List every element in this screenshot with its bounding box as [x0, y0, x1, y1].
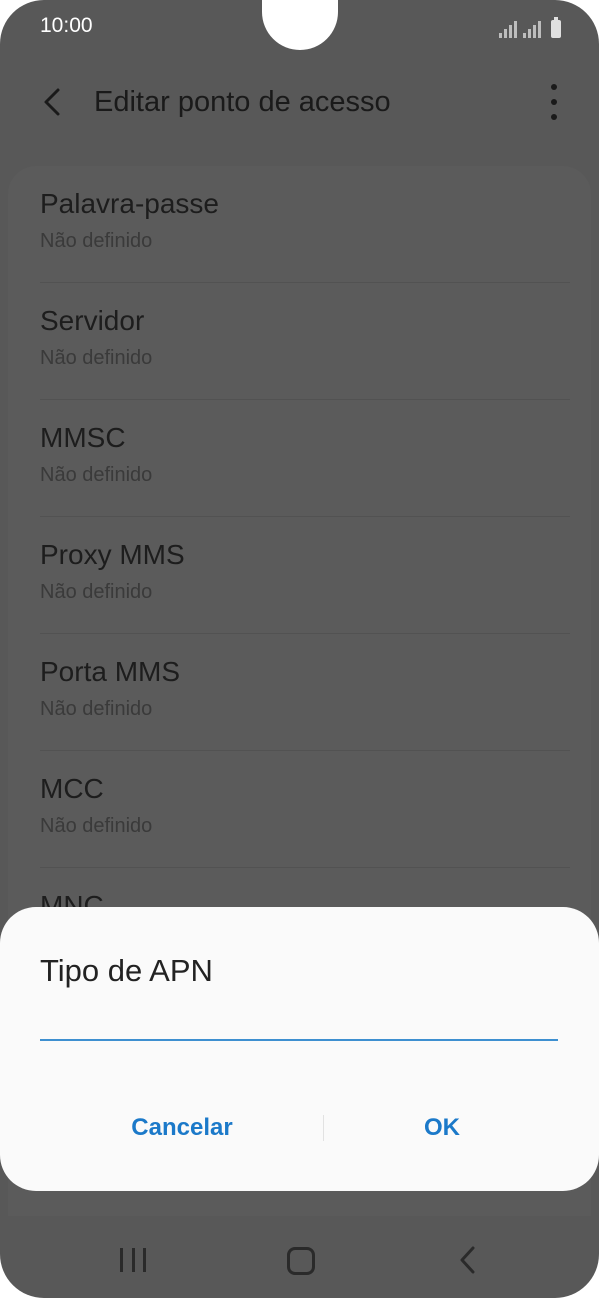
list-item-title: MMSC — [40, 422, 126, 453]
apn-type-dialog: Tipo de APN Cancelar OK — [0, 907, 599, 1191]
list-item-mms-port[interactable]: Porta MMS Não definido — [40, 634, 570, 751]
list-item-mmsc[interactable]: MMSC Não definido — [40, 400, 570, 517]
dialog-actions: Cancelar OK — [0, 1103, 599, 1153]
list-item-title: MCC — [40, 773, 104, 804]
dialog-title: Tipo de APN — [40, 953, 213, 988]
status-icons — [499, 16, 561, 38]
list-item-title: Servidor — [40, 305, 145, 336]
list-item-value: Não definido — [40, 464, 153, 486]
list-item-password[interactable]: Palavra-passe Não definido — [40, 166, 570, 283]
battery-icon — [551, 17, 561, 38]
list-item-title: Porta MMS — [40, 656, 181, 687]
signal-icon — [499, 20, 517, 38]
back-icon[interactable] — [458, 1244, 478, 1276]
apn-type-input[interactable] — [40, 1005, 558, 1041]
list-item-value: Não definido — [40, 347, 153, 369]
ok-button[interactable]: OK — [302, 1103, 582, 1153]
list-item-mms-proxy[interactable]: Proxy MMS Não definido — [40, 517, 570, 634]
phone-screen: 10:00 Editar ponto de acesso Palavra-pas… — [0, 0, 599, 1298]
list-item-mcc[interactable]: MCC Não definido — [40, 751, 570, 868]
list-item-value: Não definido — [40, 581, 153, 603]
list-item-value: Não definido — [40, 698, 153, 720]
home-icon[interactable] — [287, 1247, 315, 1275]
recents-icon[interactable] — [120, 1248, 146, 1272]
app-bar: Editar ponto de acesso — [0, 70, 599, 134]
list-item-value: Não definido — [40, 815, 153, 837]
list-item-title: Palavra-passe — [40, 188, 219, 219]
page-title: Editar ponto de acesso — [94, 86, 391, 118]
list-item-value: Não definido — [40, 230, 153, 252]
list-item-title: Proxy MMS — [40, 539, 185, 570]
signal-icon — [523, 20, 541, 38]
cancel-button[interactable]: Cancelar — [42, 1103, 322, 1153]
navigation-bar — [0, 1216, 599, 1298]
list-item-server[interactable]: Servidor Não definido — [40, 283, 570, 400]
status-time: 10:00 — [40, 14, 93, 37]
more-vertical-icon[interactable] — [547, 84, 561, 120]
back-arrow-icon[interactable] — [38, 86, 68, 118]
